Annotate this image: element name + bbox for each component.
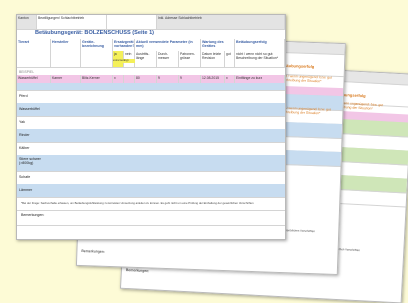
row-label-stiere: Stiere schwer (>800kg) xyxy=(19,157,41,165)
table-row[interactable]: Lämmer xyxy=(17,184,285,198)
table-row[interactable]: Pferd xyxy=(17,90,285,104)
row-label-laemmer: Lämmer xyxy=(19,188,33,192)
extra-geraet-label: extra Gerätyp xyxy=(113,59,135,63)
footnote: *Bei der Frage: Sachverhalte erfassen, u… xyxy=(21,201,254,205)
back1-bemerkungen: Bemerkungen: xyxy=(81,249,105,254)
header-durchmesser: Durch-messer xyxy=(157,51,179,67)
example-datum: 12.08.2015 xyxy=(201,75,225,83)
table-row[interactable]: Wasserbüffel xyxy=(17,103,285,117)
row-label-yak: Yak xyxy=(19,120,25,124)
front-sheet: Kanton Bewilligungen/ Schlachtbetrieb In… xyxy=(16,14,286,240)
example-durch: 9 xyxy=(157,75,179,83)
example-ja: x xyxy=(113,75,124,83)
example-beurteilung: Eintfänge zu kurz xyxy=(235,75,285,83)
example-geraete: Blitz-Kerner xyxy=(81,75,113,83)
example-hersteller: Karner xyxy=(51,75,81,83)
header-gut: gut xyxy=(225,51,235,67)
bemerkungen-label: Bemerkungen: xyxy=(21,213,45,217)
example-gut: x xyxy=(225,75,235,83)
meta-kanton: Kanton xyxy=(17,15,37,29)
row-label-pferd: Pferd xyxy=(19,94,28,98)
table-row[interactable]: Kälber xyxy=(17,142,285,156)
meta-row: Kanton Bewilligungen/ Schlachtbetrieb In… xyxy=(17,15,285,30)
example-label: BEISPIEL xyxy=(19,70,35,74)
row-label-schafe: Schafe xyxy=(19,175,31,179)
back1-note: nicht / wenn ungenügend: bzw. gut Beschr… xyxy=(279,73,332,84)
sub-header-row: ja nein Austritts-länge Durch-messer Pat… xyxy=(17,51,285,67)
row-label-wasserbueffel: Wasserbüffel xyxy=(19,107,40,111)
table-row[interactable]: Stiere schwer (>800kg) xyxy=(17,155,285,172)
form-title: Betäubungsgerät: BOLZENSCHUSS (Seite 1) xyxy=(35,30,155,36)
row-label-kaelber: Kälber xyxy=(19,146,30,150)
meta-adresse: Inkl. Adresse Schlachtbetrieb xyxy=(157,15,285,29)
meta-empty xyxy=(107,15,157,29)
header-datum: Datum letzte Revision xyxy=(201,51,225,67)
table-row[interactable]: Rinder xyxy=(17,129,285,143)
meta-bewilligungen: Bewilligungen/ Schlachtbetrieb xyxy=(37,15,107,29)
example-austritt: 80 xyxy=(135,75,157,83)
header-austritt: Austritts-länge xyxy=(135,51,157,67)
row-label-rinder: Rinder xyxy=(19,133,30,137)
back2-bemerkungen: Bemerkungen: xyxy=(125,267,150,274)
example-nein xyxy=(124,75,135,83)
table-row[interactable]: Yak xyxy=(17,116,285,130)
header-patrone: Patronen-grösse xyxy=(179,51,201,67)
example-patrone: 9 xyxy=(179,75,201,83)
example-tierart: Wasserbüffel xyxy=(17,75,51,83)
header-nicht: nicht / wenn nicht so gut: Beschreibung … xyxy=(235,51,285,67)
divider xyxy=(17,209,285,211)
table-row[interactable]: Schafe xyxy=(17,171,285,185)
bemerkungen-field[interactable] xyxy=(17,225,285,239)
